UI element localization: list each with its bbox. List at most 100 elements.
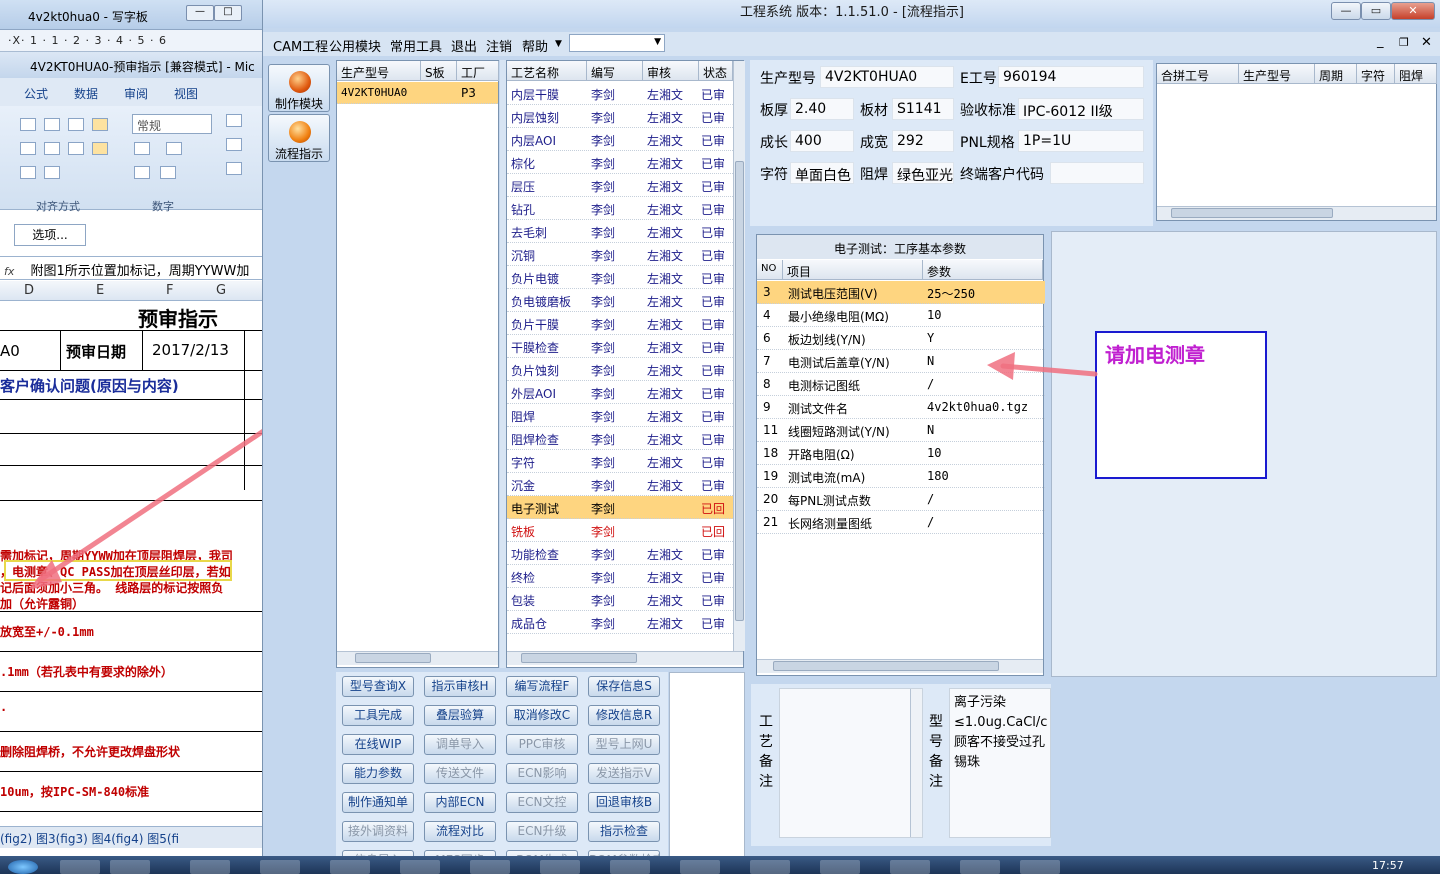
table-row[interactable]: 沉铜 李剑 左湘文 已审 (507, 243, 733, 266)
action-button[interactable]: 编写流程F (506, 676, 578, 697)
start-icon[interactable] (8, 860, 38, 874)
taskbar-app[interactable] (1020, 860, 1060, 874)
menu-exit[interactable]: 退出 (451, 36, 477, 55)
action-button[interactable]: 工具完成 (342, 705, 414, 726)
action-button[interactable]: 内部ECN (424, 792, 496, 813)
param-row[interactable]: 20 每PNL测试点数 / (757, 488, 1045, 511)
taskbar-app[interactable] (680, 860, 720, 874)
standard-field[interactable]: IPC-6012 II级 (1018, 98, 1144, 120)
mask-field[interactable]: 绿色亚光 (892, 162, 954, 184)
param-row[interactable]: 9 测试文件名 4v2kt0hua0.tgz (757, 396, 1045, 419)
action-button[interactable]: 型号上网U (588, 734, 660, 755)
taskbar-app[interactable] (540, 860, 580, 874)
table-row[interactable]: 成品仓 李剑 左湘文 已审 (507, 611, 733, 634)
table-row[interactable]: 沉金 李剑 左湘文 已审 (507, 473, 733, 496)
table-row[interactable]: 负片蚀刻 李剑 左湘文 已审 (507, 358, 733, 381)
table-row[interactable]: 功能检查 李剑 左湘文 已审 (507, 542, 733, 565)
menu-common-tools[interactable]: 常用工具 (390, 36, 442, 55)
taskbar-app[interactable] (260, 860, 300, 874)
material-field[interactable]: S1141 (892, 98, 954, 120)
action-button[interactable]: ECN影响 (506, 763, 578, 784)
action-button[interactable]: 保存信息S (588, 676, 660, 697)
table-row[interactable]: 外层AOI 李剑 左湘文 已审 (507, 381, 733, 404)
taskbar-app[interactable] (190, 860, 230, 874)
model-note-field[interactable]: 离子污染 ≤1.0ug.CaCl/c 顾客不接受过孔 锡珠 (949, 688, 1051, 838)
col-header[interactable]: 生产型号 (1239, 64, 1315, 84)
mdi-minimize-icon[interactable]: _ (1377, 34, 1384, 49)
action-button[interactable]: 指示检查 (588, 821, 660, 842)
close-icon[interactable]: ✕ (1391, 2, 1435, 20)
action-button[interactable]: 在线WIP (342, 734, 414, 755)
col-header[interactable]: 字符 (1357, 64, 1395, 84)
menu-public-module[interactable]: 公用模块 (329, 36, 381, 55)
taskbar-app[interactable] (400, 860, 440, 874)
col-header-status[interactable]: 状态 (699, 61, 733, 81)
col-header-factory[interactable]: 工厂 (457, 61, 499, 81)
vertical-scrollbar[interactable] (910, 689, 922, 837)
taskbar-app[interactable] (750, 860, 790, 874)
menu-cam[interactable]: CAM工程 (273, 36, 328, 55)
param-row[interactable]: 19 测试电流(mA) 180 (757, 465, 1045, 488)
table-row[interactable]: 负电镀磨板 李剑 左湘文 已审 (507, 289, 733, 312)
col-header-item[interactable]: 项目 (783, 260, 923, 280)
menu-help[interactable]: 帮助 (522, 36, 548, 55)
horizontal-scrollbar[interactable] (1157, 206, 1436, 220)
scroll-thumb[interactable] (355, 653, 431, 663)
taskbar-app[interactable] (890, 860, 930, 874)
width-field[interactable]: 292 (892, 130, 954, 152)
table-row[interactable]: 终检 李剑 左湘文 已审 (507, 565, 733, 588)
param-row[interactable]: 21 长网络测量图纸 / (757, 511, 1045, 534)
horizontal-scrollbar[interactable] (507, 651, 743, 665)
col-header-process[interactable]: 工艺名称 (507, 61, 587, 81)
action-button[interactable]: ECN升级 (506, 821, 578, 842)
taskbar-app[interactable] (110, 860, 150, 874)
col-header-reviewer[interactable]: 审核 (643, 61, 699, 81)
table-row[interactable]: 4V2KT0HUA0 P3 (337, 82, 498, 104)
make-module-button[interactable]: 制作模块 (268, 64, 330, 112)
action-button[interactable]: 叠层验算 (424, 705, 496, 726)
col-header-no[interactable]: NO (757, 260, 783, 280)
mdi-close-icon[interactable]: ✕ (1421, 35, 1432, 50)
taskbar-app[interactable] (470, 860, 510, 874)
param-row[interactable]: 11 线圈短路测试(Y/N) N (757, 419, 1045, 442)
flow-instruction-button[interactable]: 流程指示 (268, 114, 330, 162)
action-button[interactable]: 指示审核H (424, 676, 496, 697)
col-header-writer[interactable]: 编写 (587, 61, 643, 81)
action-button[interactable]: 型号查询X (342, 676, 414, 697)
action-button[interactable]: 传送文件 (424, 763, 496, 784)
action-button[interactable]: 能力参数 (342, 763, 414, 784)
horizontal-scrollbar[interactable] (337, 651, 498, 665)
action-button[interactable]: 修改信息R (588, 705, 660, 726)
scroll-thumb[interactable] (773, 661, 999, 671)
mdi-restore-icon[interactable]: ❐ (1399, 36, 1409, 49)
taskbar-app[interactable] (960, 860, 1000, 874)
table-row[interactable]: 阻焊 李剑 左湘文 已审 (507, 404, 733, 427)
action-button[interactable]: 取消修改C (506, 705, 578, 726)
length-field[interactable]: 400 (790, 130, 854, 152)
col-header[interactable]: 周期 (1315, 64, 1357, 84)
table-row[interactable]: 干膜检查 李剑 左湘文 已审 (507, 335, 733, 358)
e-no-field[interactable]: 960194 (998, 66, 1144, 88)
minimize-icon[interactable]: — (1331, 2, 1361, 20)
param-row[interactable]: 3 测试电压范围(V) 25～250 (757, 281, 1045, 304)
action-button[interactable]: 发送指示V (588, 763, 660, 784)
param-row[interactable]: 18 开路电阻(Ω) 10 (757, 442, 1045, 465)
horizontal-scrollbar[interactable] (757, 659, 1043, 673)
col-header-param[interactable]: 参数 (923, 260, 1043, 280)
taskbar-app[interactable] (820, 860, 860, 874)
action-button[interactable]: 调单导入 (424, 734, 496, 755)
taskbar-app[interactable] (330, 860, 370, 874)
col-header[interactable]: 合拼工号 (1157, 64, 1239, 84)
taskbar-app[interactable] (610, 860, 650, 874)
vertical-scrollbar[interactable] (733, 61, 745, 651)
restore-icon[interactable]: ▭ (1361, 2, 1391, 20)
process-note-field[interactable] (779, 688, 923, 838)
table-row[interactable]: 负片电镀 李剑 左湘文 已审 (507, 266, 733, 289)
menu-select[interactable]: ▼ (569, 34, 665, 52)
col-header-model[interactable]: 生产型号 (337, 61, 421, 81)
col-header-s-board[interactable]: S板 (421, 61, 457, 81)
table-row[interactable]: 包装 李剑 左湘文 已审 (507, 588, 733, 611)
scroll-thumb[interactable] (1171, 208, 1333, 218)
table-row[interactable]: 内层蚀刻 李剑 左湘文 已审 (507, 105, 733, 128)
table-row[interactable]: 去毛刺 李剑 左湘文 已审 (507, 220, 733, 243)
